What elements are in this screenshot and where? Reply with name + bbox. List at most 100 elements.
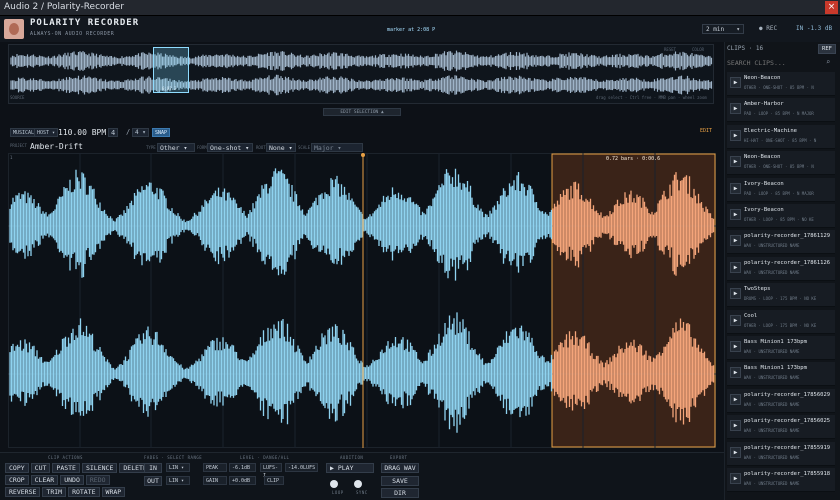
clip-item[interactable]: ▶ Neon-Beacon OTHER · ONE-SHOT · 85 BPM · … bbox=[727, 72, 835, 96]
clip-name: polarity-recorder_17855918 bbox=[744, 471, 831, 477]
source-label: SOURCE bbox=[10, 95, 25, 100]
play-icon[interactable]: ▶ bbox=[730, 182, 741, 194]
play-button[interactable]: ▶ PLAY bbox=[326, 463, 374, 473]
clip-item[interactable]: ▶ Amber-Harbor PAD · LOOP · 85 BPM · N MAJ… bbox=[727, 98, 835, 123]
drag-wav-button[interactable]: DRAG WAV bbox=[381, 463, 419, 473]
copy-button[interactable]: COPY bbox=[5, 463, 29, 473]
clear-button[interactable]: CLEAR bbox=[30, 475, 59, 485]
time-sig-denominator[interactable]: 4 ▾ bbox=[132, 128, 149, 137]
search-input[interactable] bbox=[727, 58, 837, 68]
clip-meta: PAD · LOOP · 85 BPM · N MAJOR bbox=[744, 111, 814, 117]
clip-item[interactable]: ▶ Bass Minion1 173bpm WAV · UNSTRUCTURED N… bbox=[727, 336, 835, 360]
play-icon[interactable]: ▶ bbox=[730, 156, 741, 168]
bpm-field[interactable]: 110.00 BPM bbox=[58, 128, 106, 137]
snap-toggle[interactable]: SNAP bbox=[152, 128, 171, 137]
root-select[interactable]: None ▾ bbox=[266, 143, 296, 152]
trim-button[interactable]: TRIM bbox=[42, 487, 67, 497]
wrap-button[interactable]: WRAP bbox=[101, 487, 126, 497]
play-icon[interactable]: ▶ bbox=[730, 261, 741, 273]
clip-name: Electric-Machine bbox=[744, 127, 797, 134]
clip-item[interactable]: ▶ polarity-recorder_17856025 WAV · UNSTRUC… bbox=[727, 415, 835, 440]
play-icon[interactable]: ▶ bbox=[730, 129, 741, 141]
play-icon[interactable]: ▶ bbox=[730, 446, 741, 458]
time-sig-numerator[interactable]: 4 bbox=[108, 128, 119, 137]
play-icon[interactable]: ▶ bbox=[730, 103, 741, 115]
clip-item[interactable]: ▶ Cool OTHER · LOOP · 175 BPM · NO KE bbox=[727, 309, 835, 334]
clip-item[interactable]: ▶ Bass Minion1 173bpm WAV · UNSTRUCTURED N… bbox=[727, 362, 835, 387]
clip-item[interactable]: ▶ Electric-Machine HI-HAT · ONE-SHOT · 85 … bbox=[727, 124, 835, 149]
clip-item[interactable]: ▶ polarity-recorder_17861129 WAV · UNSTRUC… bbox=[727, 230, 835, 255]
clip-item[interactable]: ▶ Ivory-Beacon OTHER · LOOP · 85 BPM · NO … bbox=[727, 204, 835, 228]
scale-label: SCALE bbox=[298, 145, 311, 150]
silence-button[interactable]: SILENCE bbox=[81, 463, 118, 473]
playhead-handle[interactable] bbox=[361, 153, 365, 157]
play-icon[interactable]: ▶ bbox=[730, 393, 741, 405]
gain-value[interactable]: +0.0dB bbox=[229, 476, 256, 485]
clip-item[interactable]: ▶ polarity-recorder_17861126 WAV · UNSTRUC… bbox=[727, 256, 835, 281]
loop-toggle[interactable] bbox=[330, 480, 338, 488]
play-icon[interactable]: ▶ bbox=[730, 288, 741, 300]
type-select[interactable]: Other ▾ bbox=[157, 143, 195, 152]
play-icon[interactable]: ▶ bbox=[730, 314, 741, 326]
cut-button[interactable]: CUT bbox=[30, 463, 51, 473]
window-title: Audio 2 / Polarity-Recorder bbox=[4, 2, 125, 12]
reverse-button[interactable]: REVERSE bbox=[5, 487, 41, 497]
clip-toggle[interactable]: CLIP bbox=[264, 476, 284, 485]
navigation-hint: drag select · Ctrl free · MMB pan · whee… bbox=[596, 95, 707, 100]
edit-button[interactable]: EDIT bbox=[700, 128, 712, 134]
play-icon[interactable]: ▶ bbox=[730, 341, 741, 352]
fade-out-curve-select[interactable]: LIN ▾ bbox=[166, 476, 190, 485]
marker-readout: marker at 2:08 P bbox=[387, 27, 436, 33]
form-select[interactable]: One-shot ▾ bbox=[207, 143, 253, 152]
color-button[interactable]: COLOR bbox=[692, 47, 704, 52]
root-label: ROOT bbox=[256, 145, 266, 150]
fade-in-button[interactable]: IN bbox=[144, 463, 162, 473]
avatar-face-icon bbox=[9, 23, 19, 35]
scale-select[interactable]: Major ▾ bbox=[311, 143, 363, 152]
refresh-button[interactable]: REF bbox=[818, 44, 836, 54]
audition-label: AUDITION bbox=[340, 455, 364, 460]
clip-item[interactable]: ▶ polarity-recorder_17856029 WAV · UNSTRUC… bbox=[727, 388, 835, 413]
lufs-mode-select[interactable]: LUFS-I bbox=[260, 463, 282, 479]
level-label: LEVEL · DANGE/ALL bbox=[240, 455, 290, 460]
undo-button[interactable]: UNDO bbox=[60, 475, 84, 485]
clip-actions-row-1: COPY CUT PASTE SILENCE DELETE bbox=[5, 463, 151, 473]
clip-meta: OTHER · ONE-SHOT · 85 BPM · N bbox=[744, 164, 814, 170]
play-icon[interactable]: ▶ bbox=[730, 209, 741, 220]
play-icon[interactable]: ▶ bbox=[730, 473, 741, 484]
sync-toggle[interactable] bbox=[354, 480, 362, 488]
clip-name: polarity-recorder_17856025 bbox=[744, 418, 831, 425]
play-icon[interactable]: ▶ bbox=[730, 367, 741, 379]
paste-button[interactable]: PASTE bbox=[52, 463, 80, 473]
clip-actions-row-2: CROP CLEAR UNDO REDO bbox=[5, 475, 110, 485]
dir-button[interactable]: DIR bbox=[381, 488, 419, 498]
clip-name: Amber-Harbor bbox=[744, 101, 784, 108]
fade-out-button[interactable]: OUT bbox=[144, 476, 162, 486]
close-button[interactable]: × bbox=[825, 1, 838, 14]
selection-length-label: 0.72 bars · 0:00.6 bbox=[606, 156, 661, 162]
reset-button[interactable]: RESET bbox=[664, 47, 676, 52]
play-icon[interactable]: ▶ bbox=[730, 420, 741, 432]
fade-in-curve-select[interactable]: LIN ▾ bbox=[166, 463, 190, 472]
save-button[interactable]: SAVE bbox=[381, 476, 419, 486]
host-select[interactable]: HOST ▾ bbox=[34, 128, 59, 137]
clip-item[interactable]: ▶ polarity-recorder_17855918 WAV · UNSTRUC… bbox=[727, 468, 835, 492]
clip-item[interactable]: ▶ polarity-recorder_17855919 WAV · UNSTRUC… bbox=[727, 441, 835, 466]
clip-item[interactable]: ▶ Ivory-Beacon PAD · LOOP · 85 BPM · N MAJ… bbox=[727, 177, 835, 202]
play-icon[interactable]: ▶ bbox=[730, 235, 741, 247]
clip-item[interactable]: ▶ TwoSteps DRUMS · LOOP · 175 BPM · NO KE bbox=[727, 283, 835, 308]
project-name[interactable]: Amber-Drift bbox=[30, 142, 83, 151]
redo-button[interactable]: REDO bbox=[85, 475, 110, 485]
clip-item[interactable]: ▶ Neon-Beacon OTHER · ONE-SHOT · 85 BPM · … bbox=[727, 151, 835, 176]
crop-button[interactable]: CROP bbox=[5, 475, 29, 485]
overview-selection[interactable]: 0:02.3 bbox=[153, 47, 189, 93]
lufs-value[interactable]: -14.0LUFS bbox=[285, 463, 318, 472]
play-icon[interactable]: ▶ bbox=[730, 77, 741, 88]
edit-selection-button[interactable]: EDIT SELECTION ▲ bbox=[323, 108, 401, 116]
duration-select[interactable]: 2 min ▾ bbox=[702, 24, 744, 34]
rotate-button[interactable]: ROTATE bbox=[68, 487, 100, 497]
clip-name: Ivory-Beacon bbox=[744, 207, 784, 213]
rec-button[interactable]: ● REC bbox=[756, 24, 788, 34]
clip-actions-label: CLIP ACTIONS bbox=[48, 455, 83, 460]
peak-value[interactable]: -6.1dB bbox=[229, 463, 256, 472]
